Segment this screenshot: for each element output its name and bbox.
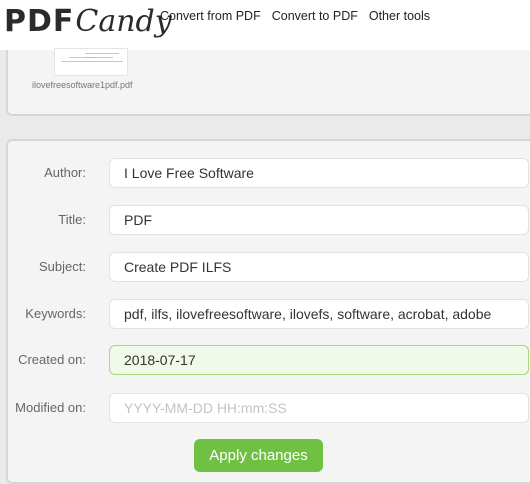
created-on-row: Created on: 2018-07-17 bbox=[0, 343, 530, 379]
subject-input[interactable]: Create PDF ILFS bbox=[109, 252, 529, 282]
modified-on-input[interactable]: YYYY-MM-DD HH:mm:SS bbox=[109, 393, 529, 423]
file-name: ilovefreesoftware1pdf.pdf bbox=[32, 80, 133, 90]
main-nav: Convert from PDF Convert to PDF Other to… bbox=[160, 9, 441, 23]
file-panel: ilovefreesoftware1pdf.pdf bbox=[6, 48, 530, 116]
title-label: Title: bbox=[58, 212, 86, 227]
title-input[interactable]: PDF bbox=[109, 205, 529, 235]
apply-changes-button[interactable]: Apply changes bbox=[194, 439, 323, 472]
pdfcandy-logo[interactable]: PDF Candy bbox=[4, 4, 172, 40]
keywords-label: Keywords: bbox=[25, 306, 86, 321]
author-row: Author: I Love Free Software bbox=[0, 156, 530, 192]
keywords-input[interactable]: pdf, ilfs, ilovefreesoftware, ilovefs, s… bbox=[109, 299, 529, 329]
header: PDF Candy Convert from PDF Convert to PD… bbox=[0, 0, 530, 50]
subject-row: Subject: Create PDF ILFS bbox=[0, 250, 530, 286]
logo-candy-text: Candy bbox=[75, 4, 172, 39]
logo-pdf-text: PDF bbox=[4, 4, 75, 39]
created-on-input[interactable]: 2018-07-17 bbox=[109, 345, 529, 375]
title-row: Title: PDF bbox=[0, 203, 530, 239]
nav-other-tools[interactable]: Other tools bbox=[369, 9, 430, 23]
modified-on-label: Modified on: bbox=[15, 400, 86, 415]
author-input[interactable]: I Love Free Software bbox=[109, 158, 529, 188]
created-on-label: Created on: bbox=[18, 352, 86, 367]
nav-convert-to-pdf[interactable]: Convert to PDF bbox=[272, 9, 358, 23]
author-label: Author: bbox=[44, 165, 86, 180]
modified-on-row: Modified on: YYYY-MM-DD HH:mm:SS bbox=[0, 391, 530, 427]
subject-label: Subject: bbox=[39, 259, 86, 274]
pdf-thumbnail bbox=[54, 48, 128, 76]
nav-convert-from-pdf[interactable]: Convert from PDF bbox=[160, 9, 261, 23]
keywords-row: Keywords: pdf, ilfs, ilovefreesoftware, … bbox=[0, 297, 530, 333]
